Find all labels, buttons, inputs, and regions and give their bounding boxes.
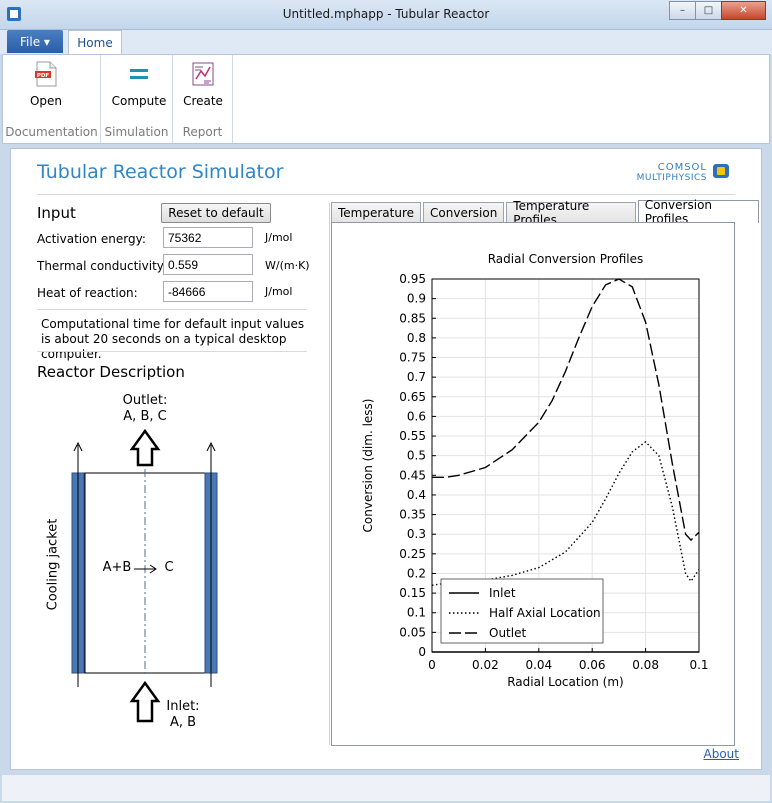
activation-energy-input[interactable] [163,227,253,248]
tick-label-x: 0 [428,658,436,672]
cooling-jacket-label: Cooling jacket [45,518,61,611]
group-label-report: Report [182,125,223,139]
chart-legend: Inlet Half Axial Location Outlet [440,578,604,644]
inlet-label-line1: Inlet: [166,699,200,714]
ribbon-group-simulation: Compute Simulation [101,55,173,143]
tick-label-y: 0.55 [399,429,426,443]
ribbon-group-documentation: PDF Open Documentation [3,55,101,143]
activation-energy-unit: J/mol [265,231,293,244]
tick-label-y: 0.8 [407,331,426,345]
tick-label-y: 0.1 [407,606,426,620]
thermal-conductivity-unit: W/(m·K) [265,259,310,272]
tick-label-x: 0.1 [689,658,708,672]
heat-of-reaction-label: Heat of reaction: [37,286,138,300]
chart-title: Radial Conversion Profiles [488,252,644,266]
activation-energy-label: Activation energy: [37,232,146,246]
tick-label-x: 0.04 [525,658,552,672]
compute-button[interactable]: Compute [109,61,169,108]
close-button[interactable]: ✕ [721,1,766,20]
app-title: Tubular Reactor Simulator [37,161,284,183]
reset-to-default-button[interactable]: Reset to default [161,203,271,223]
tick-label-y: 0 [418,645,426,659]
legend-item: Inlet [489,586,516,600]
reactor-description-title: Reactor Description [37,363,185,381]
group-label-simulation: Simulation [104,125,169,139]
tick-label-y: 0.45 [399,468,426,482]
header-divider [37,194,735,195]
tab-conversion[interactable]: Conversion [423,202,505,223]
window-controls: – □ ✕ [669,1,766,20]
maximize-button[interactable]: □ [695,1,722,20]
reaction-product: C [164,560,174,575]
status-bar [2,774,770,801]
ribbon-group-report: Create Report [173,55,233,143]
heat-of-reaction-input[interactable] [163,281,253,302]
legend-item: Outlet [489,626,526,640]
heat-of-reaction-unit: J/mol [265,285,293,298]
tick-label-y: 0.7 [407,370,426,384]
tick-label-x: 0.02 [472,658,499,672]
comsol-logo: COMSOL MULTIPHYSICS [637,162,729,183]
tick-label-y: 0.95 [399,272,426,286]
pdf-icon: PDF [35,61,57,87]
group-label-documentation: Documentation [5,125,98,139]
logo-text-2: MULTIPHYSICS [637,173,707,183]
input-title: Input [37,204,76,222]
tick-label-y: 0.9 [407,292,426,306]
tick-label-y: 0.15 [399,586,426,600]
ribbon: PDF Open Documentation Compute Simulatio… [2,54,770,144]
tick-label-y: 0.6 [407,409,426,423]
tick-label-y: 0.4 [407,488,426,502]
tab-home[interactable]: Home [68,30,122,55]
inlet-label-line2: A, B [169,715,197,730]
panel-divider [329,203,330,745]
svg-text:PDF: PDF [37,73,50,79]
conversion-chart: 0 0.05 0.1 0.15 0.2 0.25 0.3 0.35 0.4 0.45 0.5 0.55… [361,252,709,689]
tick-label-y: 0.3 [407,527,426,541]
tick-label-y: 0.65 [399,390,426,404]
tick-label-x: 0.06 [579,658,606,672]
thermal-conductivity-label: Thermal conductivity: [37,259,168,273]
tick-label-y: 0.35 [399,508,426,522]
about-link[interactable]: About [704,747,739,761]
create-report-button[interactable]: Create [179,61,227,108]
title-bar: Untitled.mphapp - Tubular Reactor – □ ✕ [0,0,772,30]
reaction-reactants: A+B [102,560,132,575]
window-title: Untitled.mphapp - Tubular Reactor [282,7,490,21]
create-label: Create [183,94,223,108]
reactor-diagram: Outlet: A, B, C A+B C Cooling jacket Inl… [37,389,317,739]
input-divider [37,309,307,310]
logo-text-1: COMSOL [658,162,707,173]
tick-label-y: 0.05 [399,625,426,639]
tick-label-y: 0.25 [399,547,426,561]
tick-label-y: 0.5 [407,449,426,463]
tab-temperature[interactable]: Temperature [331,202,422,223]
computational-time-note: Computational time for default input val… [41,317,305,361]
minimize-button[interactable]: – [669,1,696,20]
compute-label: Compute [111,94,167,108]
thermal-conductivity-input[interactable] [163,254,253,275]
inlet-label: Inlet: A, B [155,699,211,731]
tick-label-y: 0.75 [399,351,426,365]
note-divider [37,351,307,352]
tick-label-y: 0.85 [399,311,426,325]
conversion-profiles-panel: 0 0.05 0.1 0.15 0.2 0.25 0.3 0.35 0.4 0.45 0.5 0.55… [331,222,735,746]
chart-xlabel: Radial Location (m) [507,675,624,689]
compute-icon [130,69,148,79]
legend-item: Half Axial Location [489,606,601,620]
results-tab-bar: Temperature Conversion Temperature Profi… [331,198,761,227]
ribbon-tab-bar: File ▾ Home [0,30,772,55]
app-panel: Tubular Reactor Simulator COMSOL MULTIPH… [10,148,762,770]
file-menu-button[interactable]: File ▾ [7,30,63,53]
report-icon [192,62,214,86]
tick-label-x: 0.08 [632,658,659,672]
series-half-axial [431,440,700,586]
tick-label-y: 0.2 [407,566,426,580]
open-label: Open [29,94,63,108]
chart-ylabel: Conversion (dim. less) [361,399,375,533]
open-button[interactable]: PDF Open [21,61,71,108]
tab-conversion-profiles[interactable]: Conversion Profiles [637,198,759,226]
tab-temperature-profiles[interactable]: Temperature Profiles [506,199,636,227]
